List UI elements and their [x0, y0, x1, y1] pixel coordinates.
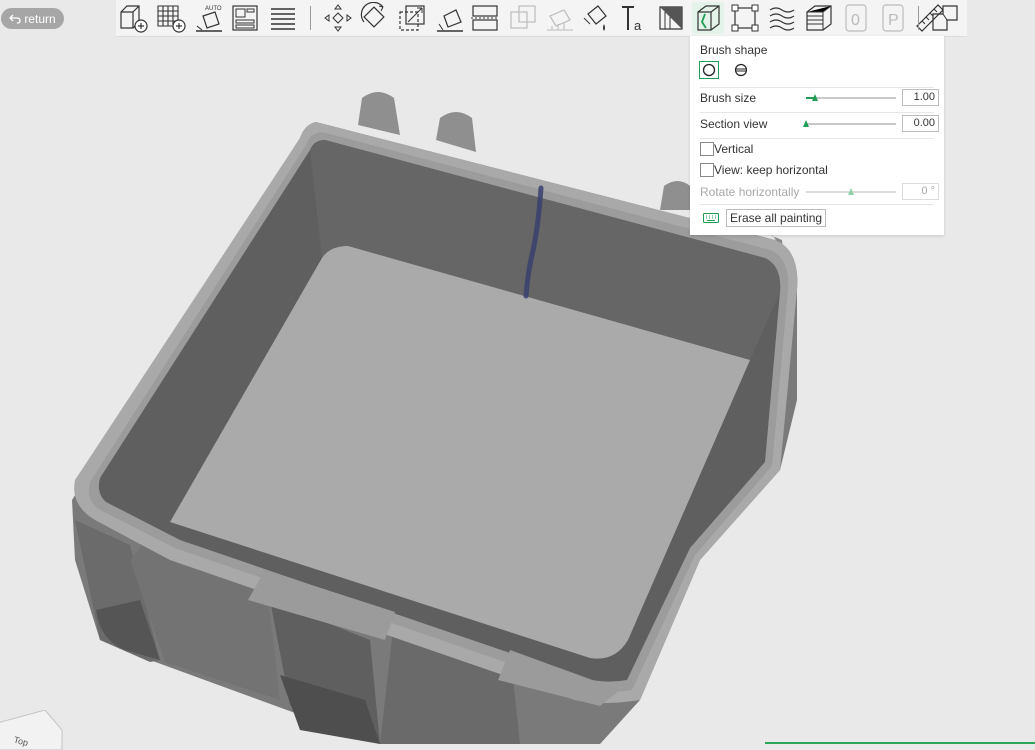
- view-cube[interactable]: Top: [0, 710, 65, 750]
- brush-size-slider-thumb[interactable]: [812, 94, 818, 101]
- sphere-brush-button[interactable]: [731, 61, 751, 79]
- brush-size-label: Brush size: [700, 91, 757, 105]
- section-view-slider[interactable]: [806, 123, 896, 125]
- keyboard-icon[interactable]: [703, 213, 719, 223]
- rotate-icon[interactable]: [359, 2, 391, 34]
- brush-size-slider[interactable]: [806, 97, 896, 99]
- lay-on-face-icon[interactable]: [434, 2, 466, 34]
- section-view-slider-thumb[interactable]: [803, 120, 809, 127]
- brim-ears-icon: P: [877, 2, 909, 34]
- boolean-icon: [507, 2, 539, 34]
- move-icon[interactable]: [322, 2, 354, 34]
- layers-icon[interactable]: [267, 2, 299, 34]
- assembly-icon: 0: [840, 2, 872, 34]
- seam-paint-panel: Brush shape Brush size 1.00 Section view…: [690, 36, 944, 235]
- rotate-horizontally-input: 0 °: [902, 183, 939, 200]
- vertical-checkbox[interactable]: [700, 142, 714, 156]
- keep-horizontal-checkbox[interactable]: [700, 163, 714, 177]
- add-plate-icon[interactable]: [155, 2, 187, 34]
- top-toolbar: AUTO a 0 P: [116, 0, 967, 37]
- color-paint-icon[interactable]: [580, 2, 612, 34]
- brush-shape-label: Brush shape: [700, 43, 768, 57]
- keep-horizontal-label: View: keep horizontal: [714, 163, 828, 177]
- add-object-icon[interactable]: [117, 2, 149, 34]
- auto-orient-icon[interactable]: AUTO: [193, 2, 225, 34]
- split-objects-icon[interactable]: [929, 2, 961, 34]
- brush-size-input[interactable]: 1.00: [902, 89, 939, 106]
- sphere-icon: [734, 63, 748, 77]
- scale-icon[interactable]: [396, 2, 428, 34]
- svg-text:P: P: [888, 12, 899, 29]
- section-view-label: Section view: [700, 117, 768, 131]
- rotate-horizontally-label: Rotate horizontally: [700, 185, 800, 199]
- circle-icon: [702, 63, 716, 77]
- return-button[interactable]: return: [1, 8, 64, 29]
- erase-all-painting-button[interactable]: Erase all painting: [726, 209, 827, 227]
- variable-layer-icon[interactable]: [803, 2, 835, 34]
- return-label: return: [24, 11, 56, 26]
- arrange-icon[interactable]: [229, 2, 261, 34]
- svg-text:a: a: [634, 18, 642, 33]
- seam-paint-icon[interactable]: [692, 2, 724, 34]
- cut-icon[interactable]: [469, 2, 501, 34]
- svg-text:AUTO: AUTO: [205, 6, 222, 12]
- mesh-icon[interactable]: [766, 2, 798, 34]
- rotate-horizontally-slider-thumb: [848, 188, 854, 195]
- section-view-input[interactable]: 0.00: [902, 115, 939, 132]
- svg-text:0: 0: [851, 12, 860, 29]
- support-paint-icon: [544, 2, 576, 34]
- undo-arrow-icon: [9, 14, 21, 24]
- fuzzy-skin-icon[interactable]: [729, 2, 761, 34]
- text-icon[interactable]: a: [617, 2, 649, 34]
- circle-brush-button[interactable]: [699, 61, 719, 79]
- measure-icon[interactable]: [655, 2, 687, 34]
- vertical-label: Vertical: [714, 142, 754, 156]
